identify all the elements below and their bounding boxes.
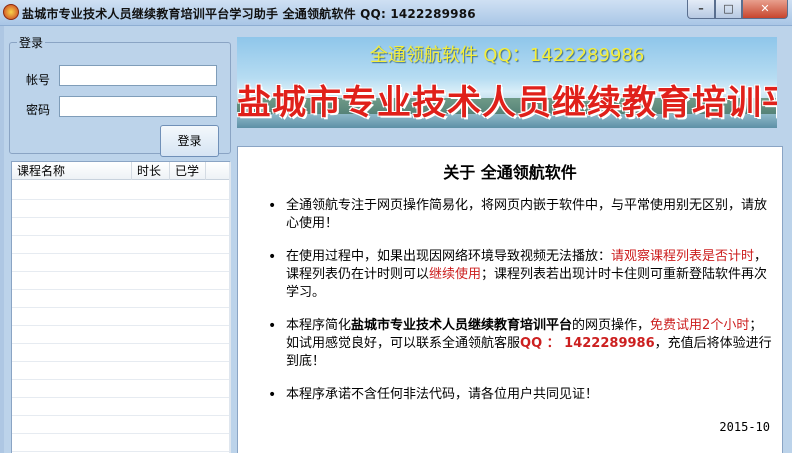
login-legend: 登录 [17,34,46,51]
maximize-button[interactable]: □ [715,0,742,19]
about-item-3-trial: 免费试用2个小时 [650,318,750,333]
banner-title: 盐城市专业技术人员继续教育培训平台 [237,83,777,123]
app-icon [3,4,19,20]
title-bar: 盐城市专业技术人员继续教育培训平台学习助手 全通领航软件 QQ: 1422289… [0,0,792,26]
about-item-1-text: 全通领航专注于网页操作简易化，将网页内嵌于软件中，与平常使用别无区别，请放心使用… [286,198,768,231]
course-list-body[interactable] [12,181,229,453]
course-list[interactable]: 课程名称 时长 已学 [11,161,231,453]
about-item-3-qq: QQ ： 1422289986 [520,336,655,351]
window-title: 盐城市专业技术人员继续教育培训平台学习助手 全通领航软件 QQ: 1422289… [22,7,476,21]
about-title: 关于 全通领航软件 [443,163,577,182]
password-field[interactable] [59,96,217,117]
login-group: 登录 帐号 密码 登录 [9,34,231,157]
list-row-divider [12,415,229,416]
list-row-divider [12,379,229,380]
about-item-4: 本程序承诺不含任何非法代码，请各位用户共同见证！ [268,386,774,404]
about-panel: 关于 全通领航软件 全通领航专注于网页操作简易化，将网页内嵌于软件中，与平常使用… [237,146,783,453]
about-item-1: 全通领航专注于网页操作简易化，将网页内嵌于软件中，与平常使用别无区别，请放心使用… [268,197,774,233]
password-label: 密码 [26,103,51,117]
about-item-2-continue: 继续使用 [429,267,482,282]
window-edge [0,26,4,453]
login-button[interactable]: 登录 [160,125,219,157]
account-label: 帐号 [26,73,51,87]
list-row-divider [12,271,229,272]
about-item-2-warning: 请观察课程列表是否计时 [611,249,755,264]
list-row-divider [12,433,229,434]
list-row-divider [12,253,229,254]
list-row-divider [12,307,229,308]
list-row-divider [12,325,229,326]
about-item-4-text: 本程序承诺不含任何非法代码，请各位用户共同见证！ [286,387,599,402]
about-item-3: 本程序简化盐城市专业技术人员继续教育培训平台的网页操作，免费试用2个小时；如试用… [268,317,774,371]
list-row-divider [12,235,229,236]
list-row-divider [12,343,229,344]
about-list: 全通领航专注于网页操作简易化，将网页内嵌于软件中，与平常使用别无区别，请放心使用… [268,197,774,419]
minimize-button[interactable]: – [687,0,715,19]
banner-subtitle: 全通领航软件 QQ：1422289986 [369,45,645,66]
about-date: 2015-10 [719,420,770,434]
list-row-divider [12,289,229,290]
list-row-divider [12,397,229,398]
list-row-divider [12,217,229,218]
about-item-2-text-a: 在使用过程中，如果出现因网络环境导致视频无法播放： [286,249,612,264]
account-field[interactable] [59,65,217,86]
about-item-2: 在使用过程中，如果出现因网络环境导致视频无法播放：请观察课程列表是否计时，课程列… [268,248,774,302]
list-row-divider [12,199,229,200]
list-row-divider [12,451,229,452]
column-duration[interactable]: 时长 [132,162,170,180]
about-item-3-text-b: 的网页操作， [572,318,651,333]
banner: 全通领航软件 QQ：1422289986 盐城市专业技术人员继续教育培训平台 [237,37,777,128]
about-item-3-text-a: 本程序简化 [286,318,352,333]
login-group-border: 帐号 密码 登录 [9,42,231,157]
close-button[interactable]: ✕ [742,0,788,19]
list-scrollbar[interactable] [229,162,231,453]
column-learned[interactable]: 已学 [170,162,206,180]
list-row-divider [12,361,229,362]
column-course-name[interactable]: 课程名称 [12,162,132,180]
about-item-3-platform: 盐城市专业技术人员继续教育培训平台 [351,318,573,333]
course-list-header: 课程名称 时长 已学 [12,162,229,180]
